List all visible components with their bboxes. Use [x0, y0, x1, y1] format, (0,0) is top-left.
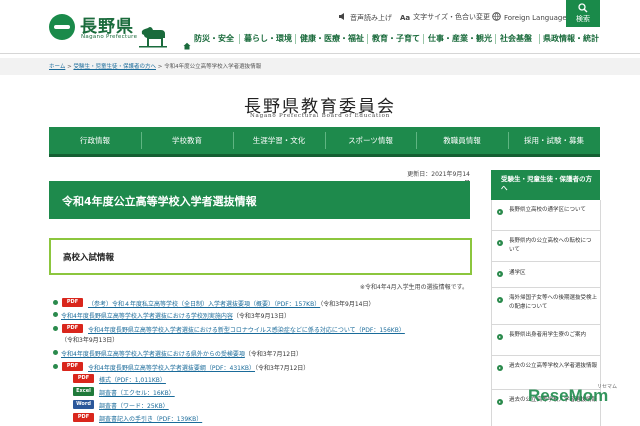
list-item-date: （令和3年9月13日）: [61, 337, 119, 344]
list-item: 様式（PDF：1,011KB）: [99, 375, 166, 384]
subnav-recruitment[interactable]: 採用・試験・募集: [508, 127, 600, 154]
school-implementation-link[interactable]: 令和4年度長野県立高等学校入学者選抜における学校別実施内容: [61, 313, 233, 320]
arrow-icon: [497, 271, 503, 277]
out-of-prefecture-link[interactable]: 令和4年度長野県立高等学校入学者選抜における県外からの受検要項: [61, 351, 245, 358]
globe-icon: [492, 12, 501, 21]
site-logo-subtitle: Nagano Prefecture: [81, 34, 138, 40]
speaker-icon: [338, 12, 347, 21]
subnav-lifelong-learning[interactable]: 生涯学習・文化: [233, 127, 325, 154]
list-bullet: [53, 326, 58, 331]
forms-pdf-link[interactable]: 様式（PDF：1,011KB）: [99, 377, 166, 384]
page-title: 令和4年度公立高等学校入学者選抜情報: [62, 195, 257, 208]
sidebar-item-returnees[interactable]: 海外帰国子女等への後期選抜受検上の配慮について: [491, 288, 600, 325]
board-subnav: 行政情報 学校教育 生涯学習・文化 スポーツ情報 教職員情報 採用・試験・募集: [49, 127, 600, 157]
report-word-link[interactable]: 調査書（ワード：25KB）: [99, 403, 169, 410]
list-bullet: [53, 350, 58, 355]
breadcrumb-students[interactable]: 受験生・児童生徒・保護者の方へ: [73, 64, 156, 70]
foreign-language-link[interactable]: Foreign Language: [492, 12, 567, 22]
voice-reading-link[interactable]: 音声読み上げ: [338, 12, 392, 23]
breadcrumb-home[interactable]: ホーム: [49, 64, 65, 70]
search-icon: [578, 3, 588, 13]
global-nav-prefecture-info[interactable]: 県政情報・統計: [543, 33, 599, 44]
subnav-sports[interactable]: スポーツ情報: [325, 127, 416, 154]
list-item: 調査書（ワード：25KB）: [99, 401, 169, 410]
subnav-school-education[interactable]: 学校教育: [141, 127, 233, 154]
global-nav-disaster[interactable]: 防災・安全: [194, 33, 234, 44]
search-button[interactable]: 検索: [566, 0, 600, 27]
global-nav-living[interactable]: 暮らし・環境: [244, 33, 292, 44]
sidebar-item-attendance-zone[interactable]: 長野県立高校の通学区について: [491, 200, 600, 231]
subnav-administration[interactable]: 行政情報: [49, 127, 141, 154]
sidebar-heading-box: 受験生・児童生徒・保護者の方へ: [491, 170, 600, 200]
arrow-icon: [497, 365, 503, 371]
home-icon[interactable]: [183, 35, 191, 50]
header-divider: [0, 53, 640, 54]
sidebar-heading[interactable]: 受験生・児童生徒・保護者の方へ: [501, 175, 593, 193]
sidebar-item-past-selection[interactable]: 過去の公立高等学校入学者選抜情報: [491, 356, 600, 390]
sidebar-item-dormitory[interactable]: 長野県出身者用学生寮のご案内: [491, 325, 600, 356]
list-item: 令和4年度長野県立高等学校入学者選抜における県外からの受検要項（令和3年7月12…: [61, 351, 303, 358]
report-excel-link[interactable]: 調査書（エクセル：16KB）: [99, 390, 175, 397]
global-nav-infrastructure[interactable]: 社会基盤: [500, 33, 532, 44]
arrow-icon: [497, 209, 503, 215]
arrow-icon: [497, 297, 503, 303]
list-bullet: [53, 300, 58, 305]
font-size-icon: Aa: [400, 14, 411, 22]
list-item: 調査書（エクセル：16KB）: [99, 388, 175, 397]
prefecture-logo-icon[interactable]: [49, 14, 75, 40]
list-item: （参考）令和４年度私立高等学校（全日制）入学者選抜要項（概要）（PDF：157K…: [88, 301, 375, 308]
list-item: 令和4年度長野県立高等学校入学者選抜における学校別実施内容（令和3年9月13日）: [61, 313, 291, 320]
board-subtitle: Nagano Prefectural Board of Education: [249, 113, 391, 119]
breadcrumb: ホーム > 受験生・児童生徒・保護者の方へ > 令和4年度公立高等学校入学者選抜…: [49, 62, 261, 70]
sidebar-item-zones[interactable]: 通学区: [491, 262, 600, 288]
resemom-watermark-sub: リセマム: [597, 384, 618, 390]
pdf-icon: PDF: [62, 362, 83, 371]
global-nav-health[interactable]: 健康・医療・福祉: [300, 33, 364, 44]
page-title-box: 令和4年度公立高等学校入学者選抜情報: [49, 181, 470, 219]
pdf-icon: PDF: [62, 324, 83, 333]
horse-logo-icon: [139, 27, 167, 48]
private-school-guidelines-link[interactable]: （参考）令和４年度私立高等学校（全日制）入学者選抜要項（概要）（PDF：157K…: [88, 301, 320, 308]
list-item: 調査書記入の手引き（PDF：139KB）: [99, 414, 202, 423]
pdf-icon: PDF: [62, 298, 83, 307]
excel-icon: Excel: [73, 387, 94, 396]
pdf-icon: PDF: [73, 374, 94, 383]
breadcrumb-current: 令和4年度公立高等学校入学者選抜情報: [164, 64, 262, 70]
list-item: 令和4年度長野県立高等学校入学者選抜における新型コロナウイルス感染症などに係る対…: [88, 325, 405, 334]
list-bullet: [53, 312, 58, 317]
global-nav-industry[interactable]: 仕事・産業・観光: [428, 33, 492, 44]
selection-guidelines-link[interactable]: 令和4年度長野県立高等学校入学者選抜要綱（PDF：431KB）: [88, 365, 255, 372]
arrow-icon: [497, 399, 503, 405]
subnav-staff[interactable]: 教職員情報: [416, 127, 508, 154]
global-nav-education[interactable]: 教育・子育て: [372, 33, 420, 44]
list-bullet: [53, 364, 58, 369]
report-guide-link[interactable]: 調査書記入の手引き（PDF：139KB）: [99, 416, 202, 423]
applicability-note: ※令和4年4月入学生用の選抜情報です。: [359, 284, 468, 291]
covid-response-link[interactable]: 令和4年度長野県立高等学校入学者選抜における新型コロナウイルス感染症などに係る対…: [88, 327, 405, 334]
section-heading-box: 高校入試情報: [49, 238, 472, 275]
list-item: 令和4年度長野県立高等学校入学者選抜要綱（PDF：431KB）（令和3年7月12…: [88, 365, 310, 372]
word-icon: Word: [73, 400, 94, 409]
pdf-icon: PDF: [73, 413, 94, 422]
arrow-icon: [497, 240, 503, 246]
arrow-icon: [497, 334, 503, 340]
font-size-link[interactable]: Aa 文字サイズ・色合い変更: [400, 12, 490, 23]
sidebar-item-transfer[interactable]: 長野県内の公立高校への転校について: [491, 231, 600, 262]
section-heading: 高校入試情報: [63, 253, 115, 263]
